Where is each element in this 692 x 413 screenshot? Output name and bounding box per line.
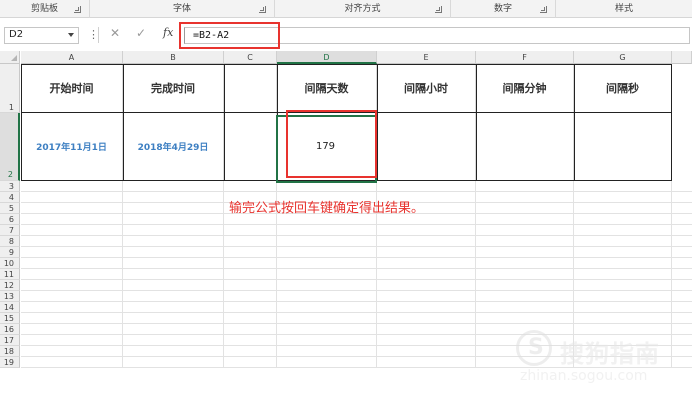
select-all-corner[interactable] [0,51,20,64]
row-header-9[interactable]: 9 [0,247,20,258]
row-header-13[interactable]: 13 [0,291,20,302]
watermark-url: zhinan.sogou.com [520,368,648,384]
row-header-1[interactable]: 1 [0,64,20,113]
name-box[interactable]: D2 [4,27,79,44]
enter-icon[interactable]: ✓ [136,26,146,40]
clipboard-dialog-launcher-icon[interactable] [74,6,81,13]
row-header-8[interactable]: 8 [0,236,20,247]
row-header-11[interactable]: 11 [0,269,20,280]
cell-a2[interactable]: 2017年11月1日 [21,113,123,181]
cell-e2[interactable] [377,113,476,181]
ribbon-group-font: 字体 [90,0,275,18]
cell-e1[interactable]: 间隔小时 [377,64,476,113]
name-box-dropdown-icon[interactable] [68,33,74,37]
column-header-e[interactable]: E [377,51,476,64]
table-col-divider-ab [123,64,124,181]
row-header-4[interactable]: 4 [0,192,20,203]
formula-bar-separator [98,27,99,43]
row-header-2[interactable]: 2 [0,113,20,181]
column-header-a[interactable]: A [21,51,123,64]
column-header-b[interactable]: B [123,51,224,64]
table-col-divider-de [377,64,378,181]
ribbon-group-styles: 样式 [556,0,692,18]
cell-g2[interactable] [574,113,672,181]
ribbon-group-clipboard: 剪贴板 [0,0,90,18]
alignment-dialog-launcher-icon[interactable] [435,6,442,13]
ribbon-group-alignment-label: 对齐方式 [344,4,381,14]
sogou-watermark: 搜狗指南 zhinan.sogou.com [516,330,686,390]
row-header-3[interactable]: 3 [0,181,20,192]
font-dialog-launcher-icon[interactable] [259,6,266,13]
cell-b1[interactable]: 完成时间 [123,64,224,113]
cancel-icon[interactable]: ✕ [110,26,120,40]
column-header-g[interactable]: G [574,51,672,64]
formula-highlight-box [179,22,280,49]
row-header-10[interactable]: 10 [0,258,20,269]
insert-function-icon[interactable]: fx [163,26,173,39]
instruction-annotation: 输完公式按回车键确定得出结果。 [229,201,425,216]
ribbon-group-styles-label: 样式 [614,4,633,14]
table-col-divider-fg [574,64,575,181]
column-header-overflow [672,51,692,64]
row-header-7[interactable]: 7 [0,225,20,236]
sogou-logo-icon [516,330,552,366]
cell-c1[interactable] [224,64,277,113]
ribbon-group-number: 数字 [451,0,556,18]
table-col-divider-bc [224,64,225,181]
cell-a1[interactable]: 开始时间 [21,64,123,113]
cell-d1[interactable]: 间隔天数 [277,64,377,113]
row-header-15[interactable]: 15 [0,313,20,324]
table-col-divider-ef [476,64,477,181]
row-header-18[interactable]: 18 [0,346,20,357]
cell-f1[interactable]: 间隔分钟 [476,64,574,113]
number-dialog-launcher-icon[interactable] [540,6,547,13]
column-header-f[interactable]: F [476,51,574,64]
cell-c2[interactable] [224,113,277,181]
row-header-14[interactable]: 14 [0,302,20,313]
column-header-d[interactable]: D [277,51,377,64]
row-header-19[interactable]: 19 [0,357,20,368]
row-header-17[interactable]: 17 [0,335,20,346]
row-header-12[interactable]: 12 [0,280,20,291]
result-highlight-box [286,110,377,178]
cell-b2[interactable]: 2018年4月29日 [123,113,224,181]
ribbon-group-labels: 剪贴板 字体 对齐方式 数字 样式 [0,0,692,18]
name-box-value: D2 [9,29,24,40]
row-header-6[interactable]: 6 [0,214,20,225]
row-header-16[interactable]: 16 [0,324,20,335]
ribbon-group-font-label: 字体 [172,4,191,14]
row-header-5[interactable]: 5 [0,203,20,214]
cell-g1[interactable]: 间隔秒 [574,64,672,113]
column-header-c[interactable]: C [224,51,277,64]
cell-f2[interactable] [476,113,574,181]
formula-bar: D2 ⋮ ✕ ✓ fx =B2-A2 [0,24,692,46]
ribbon-group-alignment: 对齐方式 [275,0,451,18]
watermark-name: 搜狗指南 [560,340,660,368]
